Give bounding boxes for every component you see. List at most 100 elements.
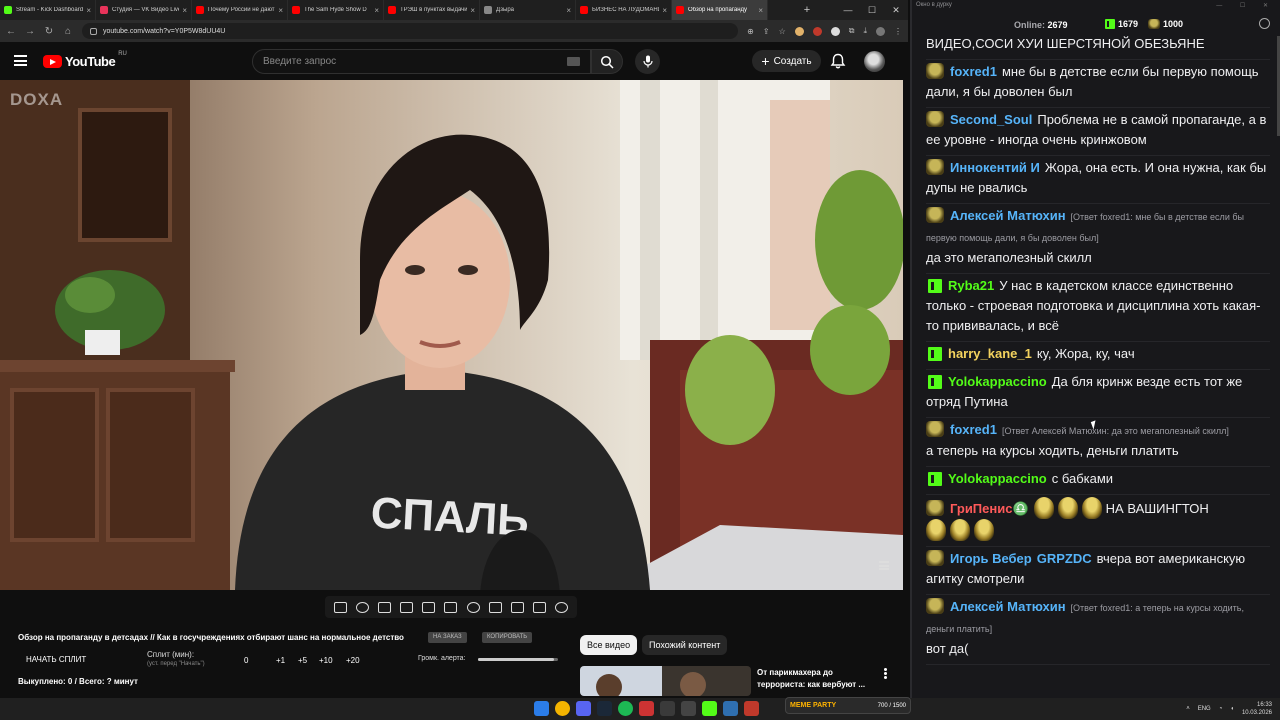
search-button[interactable]	[591, 49, 623, 74]
chat-username[interactable]: Алексей Матюхин	[950, 599, 1066, 614]
home-icon[interactable]: ⌂	[63, 26, 73, 37]
order-tag[interactable]: НА ЗАКАЗ	[428, 632, 467, 643]
chat-username[interactable]: Yolokappaccino	[948, 374, 1047, 389]
back-icon[interactable]: ←	[6, 26, 16, 37]
browser-tab[interactable]: Студия — VK Видео Live ×	[96, 0, 192, 20]
recommended-title[interactable]: От парикмахера до террориста: как вербую…	[757, 667, 875, 691]
voice-search-button[interactable]	[635, 49, 660, 74]
chat-username[interactable]: Ryba21	[948, 278, 994, 293]
steam-icon[interactable]	[597, 701, 612, 716]
chip-all-videos[interactable]: Все видео	[580, 635, 638, 655]
app-icon[interactable]	[723, 701, 738, 716]
menu-kebab-icon[interactable]: ⋮	[894, 27, 902, 36]
chat-username[interactable]: Yolokappaccino	[948, 471, 1047, 486]
profile-icon[interactable]	[876, 26, 885, 36]
video-player[interactable]: СПАЛЬ DOXA	[0, 80, 903, 590]
tab-close-icon[interactable]: ×	[278, 6, 283, 15]
search-input[interactable]: Введите запрос	[252, 49, 591, 74]
more-options-icon[interactable]	[884, 668, 887, 679]
app-icon[interactable]	[702, 701, 717, 716]
chat-window-controls[interactable]: — ☐ ✕	[1216, 2, 1276, 9]
tab-close-icon[interactable]: ×	[374, 6, 379, 15]
chat-username[interactable]: GRPZDC	[1037, 551, 1092, 566]
split-add-1-button[interactable]: +1	[276, 656, 285, 665]
bookmark-icon[interactable]: ☆	[779, 27, 786, 36]
meme-party-widget[interactable]: MEME PARTY 700 / 1500	[785, 697, 911, 714]
clapperboard-icon[interactable]	[400, 601, 414, 613]
language-indicator[interactable]: ENG	[1198, 706, 1211, 712]
tray-chevron-icon[interactable]: ˄	[1186, 706, 1190, 712]
browser-tab[interactable]: Stream - Kick Dashboard ×	[0, 0, 96, 20]
split-add-20-button[interactable]: +20	[346, 656, 360, 665]
picture-in-picture-icon[interactable]	[422, 601, 436, 613]
keyboard-icon[interactable]	[567, 57, 580, 66]
browser-tab[interactable]: Почему России не дают ×	[192, 0, 288, 20]
create-button[interactable]: + Создать	[752, 50, 821, 72]
obs-icon[interactable]	[660, 701, 675, 716]
chat-username[interactable]: Second_Soul	[950, 112, 1032, 127]
new-tab-button[interactable]: +	[800, 4, 814, 16]
alert-volume-slider[interactable]	[478, 658, 558, 661]
account-avatar[interactable]	[864, 51, 885, 72]
extension-icon[interactable]	[812, 26, 822, 36]
browser-tab[interactable]: БИЗНЕС НА ЛУДОМАНИИ ×	[576, 0, 672, 20]
extension-icon[interactable]	[830, 26, 840, 36]
wifi-icon[interactable]: ◔	[1219, 706, 1223, 712]
app-icon[interactable]	[681, 701, 696, 716]
forward-icon[interactable]: →	[25, 26, 35, 37]
tab-close-icon[interactable]: ×	[470, 6, 475, 15]
app-icon[interactable]	[744, 701, 759, 716]
url-field[interactable]: youtube.com/watch?v=Y0P5W8dUU4U	[82, 23, 739, 39]
browser-tab[interactable]: ТРЭШ в пунктах выдачи ×	[384, 0, 480, 20]
chat-settings-icon[interactable]	[1259, 18, 1270, 29]
start-button-icon[interactable]	[534, 701, 549, 716]
tab-close-icon[interactable]: ×	[662, 6, 667, 15]
screen-eye-icon[interactable]	[377, 601, 391, 613]
notifications-bell-icon[interactable]	[830, 53, 846, 69]
speedometer-icon[interactable]	[466, 601, 480, 613]
close-icon[interactable]: ✕	[884, 5, 908, 16]
share-icon[interactable]: ⇪	[763, 27, 770, 36]
youtube-logo[interactable]: YouTube RU	[43, 51, 127, 69]
zoom-icon[interactable]: ⊕	[747, 27, 754, 36]
tab-close-icon[interactable]: ×	[566, 6, 571, 15]
site-info-icon[interactable]	[90, 27, 97, 35]
discord-icon[interactable]	[576, 701, 591, 716]
browser-tab[interactable]: Дзыра ×	[480, 0, 576, 20]
volume-icon[interactable]: ◖	[1230, 706, 1234, 712]
video-menu-icon[interactable]	[879, 561, 889, 570]
spotify-icon[interactable]	[618, 701, 633, 716]
tab-close-icon[interactable]: ×	[758, 6, 763, 15]
broadcast-icon[interactable]	[355, 601, 369, 613]
chat-username[interactable]: foxred1	[950, 64, 997, 79]
reload-icon[interactable]: ↻	[44, 26, 54, 37]
loop-icon[interactable]	[333, 601, 347, 613]
chat-username[interactable]: ГриПенис♎	[950, 501, 1029, 516]
chat-username[interactable]: Игорь Вебер	[950, 551, 1032, 566]
flask-icon[interactable]	[533, 601, 547, 613]
subtitles-icon[interactable]	[444, 601, 458, 613]
clock[interactable]: 16:33 10.03.2026	[1242, 701, 1272, 717]
download-icon[interactable]: ⤓	[863, 26, 867, 36]
tab-close-icon[interactable]: ×	[86, 6, 91, 15]
menu-hamburger-icon[interactable]	[14, 55, 27, 66]
chat-username[interactable]: Алексей Матюхин	[950, 208, 1066, 223]
browser-tab[interactable]: Обзор на пропаганду ×	[672, 0, 768, 20]
copy-tag[interactable]: КОПИРОВАТЬ	[482, 632, 533, 643]
chat-username[interactable]: Иннокентий И	[950, 160, 1040, 175]
recommended-thumbnail[interactable]	[580, 666, 751, 696]
split-add-5-button[interactable]: +5	[298, 656, 307, 665]
extension-icon[interactable]	[794, 26, 804, 36]
gear-icon[interactable]	[555, 601, 569, 613]
maximize-icon[interactable]: ☐	[860, 5, 884, 16]
minimize-icon[interactable]: —	[836, 5, 860, 15]
chat-username[interactable]: foxred1	[950, 422, 997, 437]
camera-icon[interactable]	[510, 601, 524, 613]
start-split-button[interactable]: НАЧАТЬ СПЛИТ	[26, 655, 86, 664]
app-icon[interactable]	[639, 701, 654, 716]
browser-tab[interactable]: The Sam Hyde Show D ×	[288, 0, 384, 20]
chip-related[interactable]: Похожий контент	[642, 635, 728, 655]
split-value-0[interactable]: 0	[244, 656, 248, 665]
chrome-icon[interactable]	[555, 701, 570, 716]
extensions-puzzle-icon[interactable]: ⧉	[849, 26, 855, 36]
